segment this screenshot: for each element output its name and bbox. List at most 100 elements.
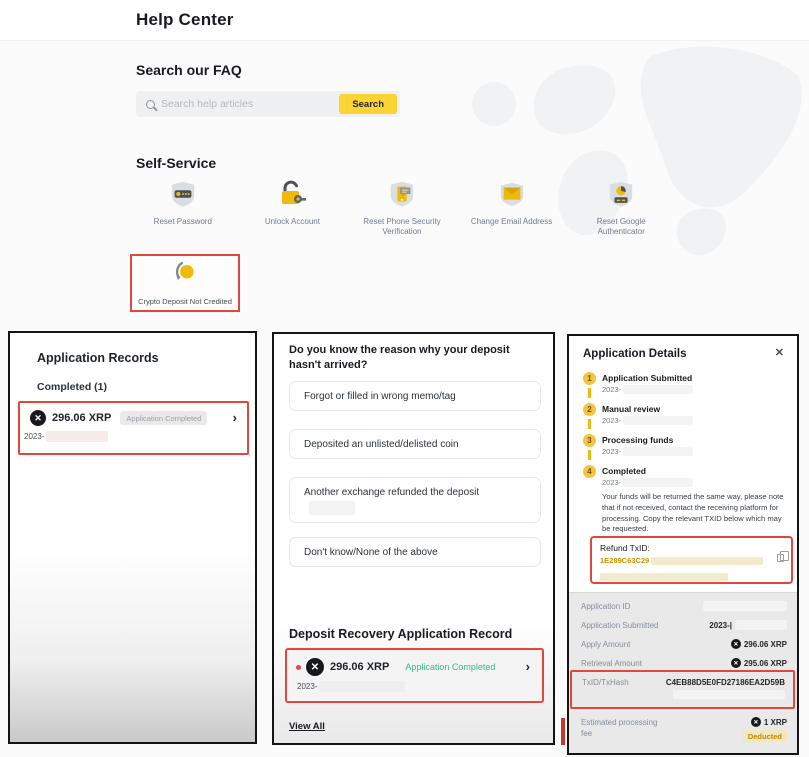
details-fields-section: Application ID Application Submitted 202… [569, 592, 797, 753]
reason-option-dont-know[interactable]: Don't know/None of the above [289, 537, 541, 567]
application-details-panel: Application Details ✕ 1 Application Subm… [567, 334, 799, 755]
xrp-coin-icon: ✕ [731, 658, 741, 668]
chevron-right-icon: › [526, 662, 530, 672]
chevron-right-icon: › [233, 413, 237, 423]
faq-heading: Search our FAQ [136, 62, 242, 78]
refund-txid-value: 1E289C63C29 [600, 556, 649, 565]
records-title: Application Records [37, 351, 159, 365]
self-service-item-reset-password[interactable]: Reset Password [128, 177, 238, 237]
field-label: Estimated processing fee [581, 717, 663, 739]
field-value: 1 XRP [764, 718, 787, 727]
deducted-badge: Deducted [743, 730, 787, 742]
red-annotation-mark [561, 718, 565, 745]
txid-hash-box: TxID/TxHash C4EB88D5E0FD27186EA2D59B [570, 670, 795, 709]
close-icon[interactable]: ✕ [775, 346, 784, 359]
timeline-step: 2 Manual review 2023- [583, 403, 693, 429]
self-service-item-label: Reset Password [154, 217, 212, 227]
self-service-item-label: Crypto Deposit Not Credited [138, 297, 232, 306]
record-amount: 296.06 XRP [52, 412, 111, 424]
step-date-prefix: 2023- [602, 416, 621, 425]
timeline-step: 4 Completed 2023- [583, 465, 693, 491]
details-title: Application Details [583, 348, 687, 360]
step-label: Manual review [602, 403, 693, 415]
timeline-connector [588, 419, 591, 429]
reason-option-unlisted-coin[interactable]: Deposited an unlisted/delisted coin [289, 429, 541, 459]
record-item[interactable]: ✕ 296.06 XRP Application Completed › 202… [18, 401, 249, 455]
email-icon [498, 177, 526, 209]
world-map-background [439, 42, 809, 277]
search-input[interactable] [155, 98, 339, 110]
field-label: Application Submitted [581, 621, 658, 630]
reason-option-memo-tag[interactable]: Forgot or filled in wrong memo/tag [289, 381, 541, 411]
self-service-item-label: Change Email Address [471, 217, 552, 227]
search-button[interactable]: Search [339, 94, 397, 114]
deposit-reason-panel: Do you know the reason why your deposit … [272, 332, 555, 745]
redacted-value [703, 601, 787, 611]
timeline-connector [588, 388, 591, 398]
copy-icon[interactable] [777, 554, 784, 562]
self-service-item-label: Unlock Account [265, 217, 320, 227]
redacted-date [46, 431, 108, 442]
authenticator-icon [607, 177, 635, 209]
help-center-page: Help Center Search our FAQ Search Self-S… [0, 0, 809, 757]
option-label: Another exchange refunded the deposit [304, 487, 479, 498]
self-service-item-reset-phone[interactable]: Reset Phone Security Verification [347, 177, 457, 237]
reason-option-exchange-refund[interactable]: Another exchange refunded the deposit [289, 477, 541, 523]
search-icon [146, 100, 155, 109]
refund-txid-box: Refund TxID: 1E289C63C29 [590, 536, 793, 584]
field-label: Retrieval Amount [581, 659, 642, 668]
self-service-item-reset-authenticator[interactable]: Reset Google Authenticator [566, 177, 676, 237]
redacted-date [623, 478, 693, 487]
status-badge: Application Completed [120, 411, 207, 425]
step-label: Processing funds [602, 434, 693, 446]
recovery-record-item[interactable]: ✕ 296.06 XRP Application Completed › 202… [285, 648, 544, 703]
phone-shield-icon [388, 177, 416, 209]
field-label: TxID/TxHash [582, 678, 629, 687]
step-number-badge: 4 [583, 465, 596, 478]
redacted-text [309, 501, 355, 515]
unlock-icon [277, 177, 307, 209]
self-service-heading: Self-Service [136, 155, 216, 171]
view-all-link[interactable]: View All [289, 721, 325, 732]
redacted-date [623, 385, 693, 394]
step-number-badge: 2 [583, 403, 596, 416]
timeline-step: 1 Application Submitted 2023- [583, 372, 693, 398]
record-amount: 296.06 XRP [330, 661, 389, 673]
deposit-refresh-icon [172, 260, 199, 292]
redacted-date [319, 681, 405, 692]
option-label: Don't know/None of the above [304, 547, 438, 558]
page-title: Help Center [136, 10, 234, 30]
redacted-txid [651, 557, 763, 565]
xrp-coin-icon: ✕ [731, 639, 741, 649]
step-label: Application Submitted [602, 372, 693, 384]
step-date-prefix: 2023- [602, 447, 621, 456]
field-value: C4EB88D5E0FD27186EA2D59B [666, 678, 785, 687]
refund-note: Your funds will be returned the same way… [602, 492, 784, 535]
option-label: Deposited an unlisted/delisted coin [304, 439, 459, 450]
unread-dot [296, 665, 301, 670]
field-label: Application ID [581, 602, 630, 611]
recovery-record-heading: Deposit Recovery Application Record [289, 627, 512, 641]
step-date-prefix: 2023- [602, 385, 621, 394]
timeline-connector [588, 450, 591, 460]
self-service-item-unlock-account[interactable]: Unlock Account [238, 177, 348, 237]
self-service-item-label: Reset Google Authenticator [573, 217, 669, 237]
self-service-item-change-email[interactable]: Change Email Address [457, 177, 567, 237]
password-shield-icon [169, 177, 197, 209]
redacted-txid [600, 573, 728, 581]
application-records-panel: Application Records Completed (1) ✕ 296.… [8, 331, 257, 744]
redacted-value [673, 690, 785, 699]
record-status: Application Completed [405, 662, 495, 672]
search-bar: Search [136, 91, 400, 117]
record-date-prefix: 2023- [24, 432, 44, 441]
xrp-coin-icon: ✕ [751, 717, 761, 727]
field-value: 295.06 XRP [744, 659, 787, 668]
field-label: Apply Amount [581, 640, 630, 649]
redacted-value [735, 620, 787, 630]
step-number-badge: 3 [583, 434, 596, 447]
reason-question: Do you know the reason why your deposit … [289, 343, 541, 373]
top-header: Help Center [0, 0, 809, 41]
step-label: Completed [602, 465, 693, 477]
self-service-item-crypto-deposit-not-credited[interactable]: Crypto Deposit Not Credited [130, 254, 240, 312]
redacted-date [623, 447, 693, 456]
